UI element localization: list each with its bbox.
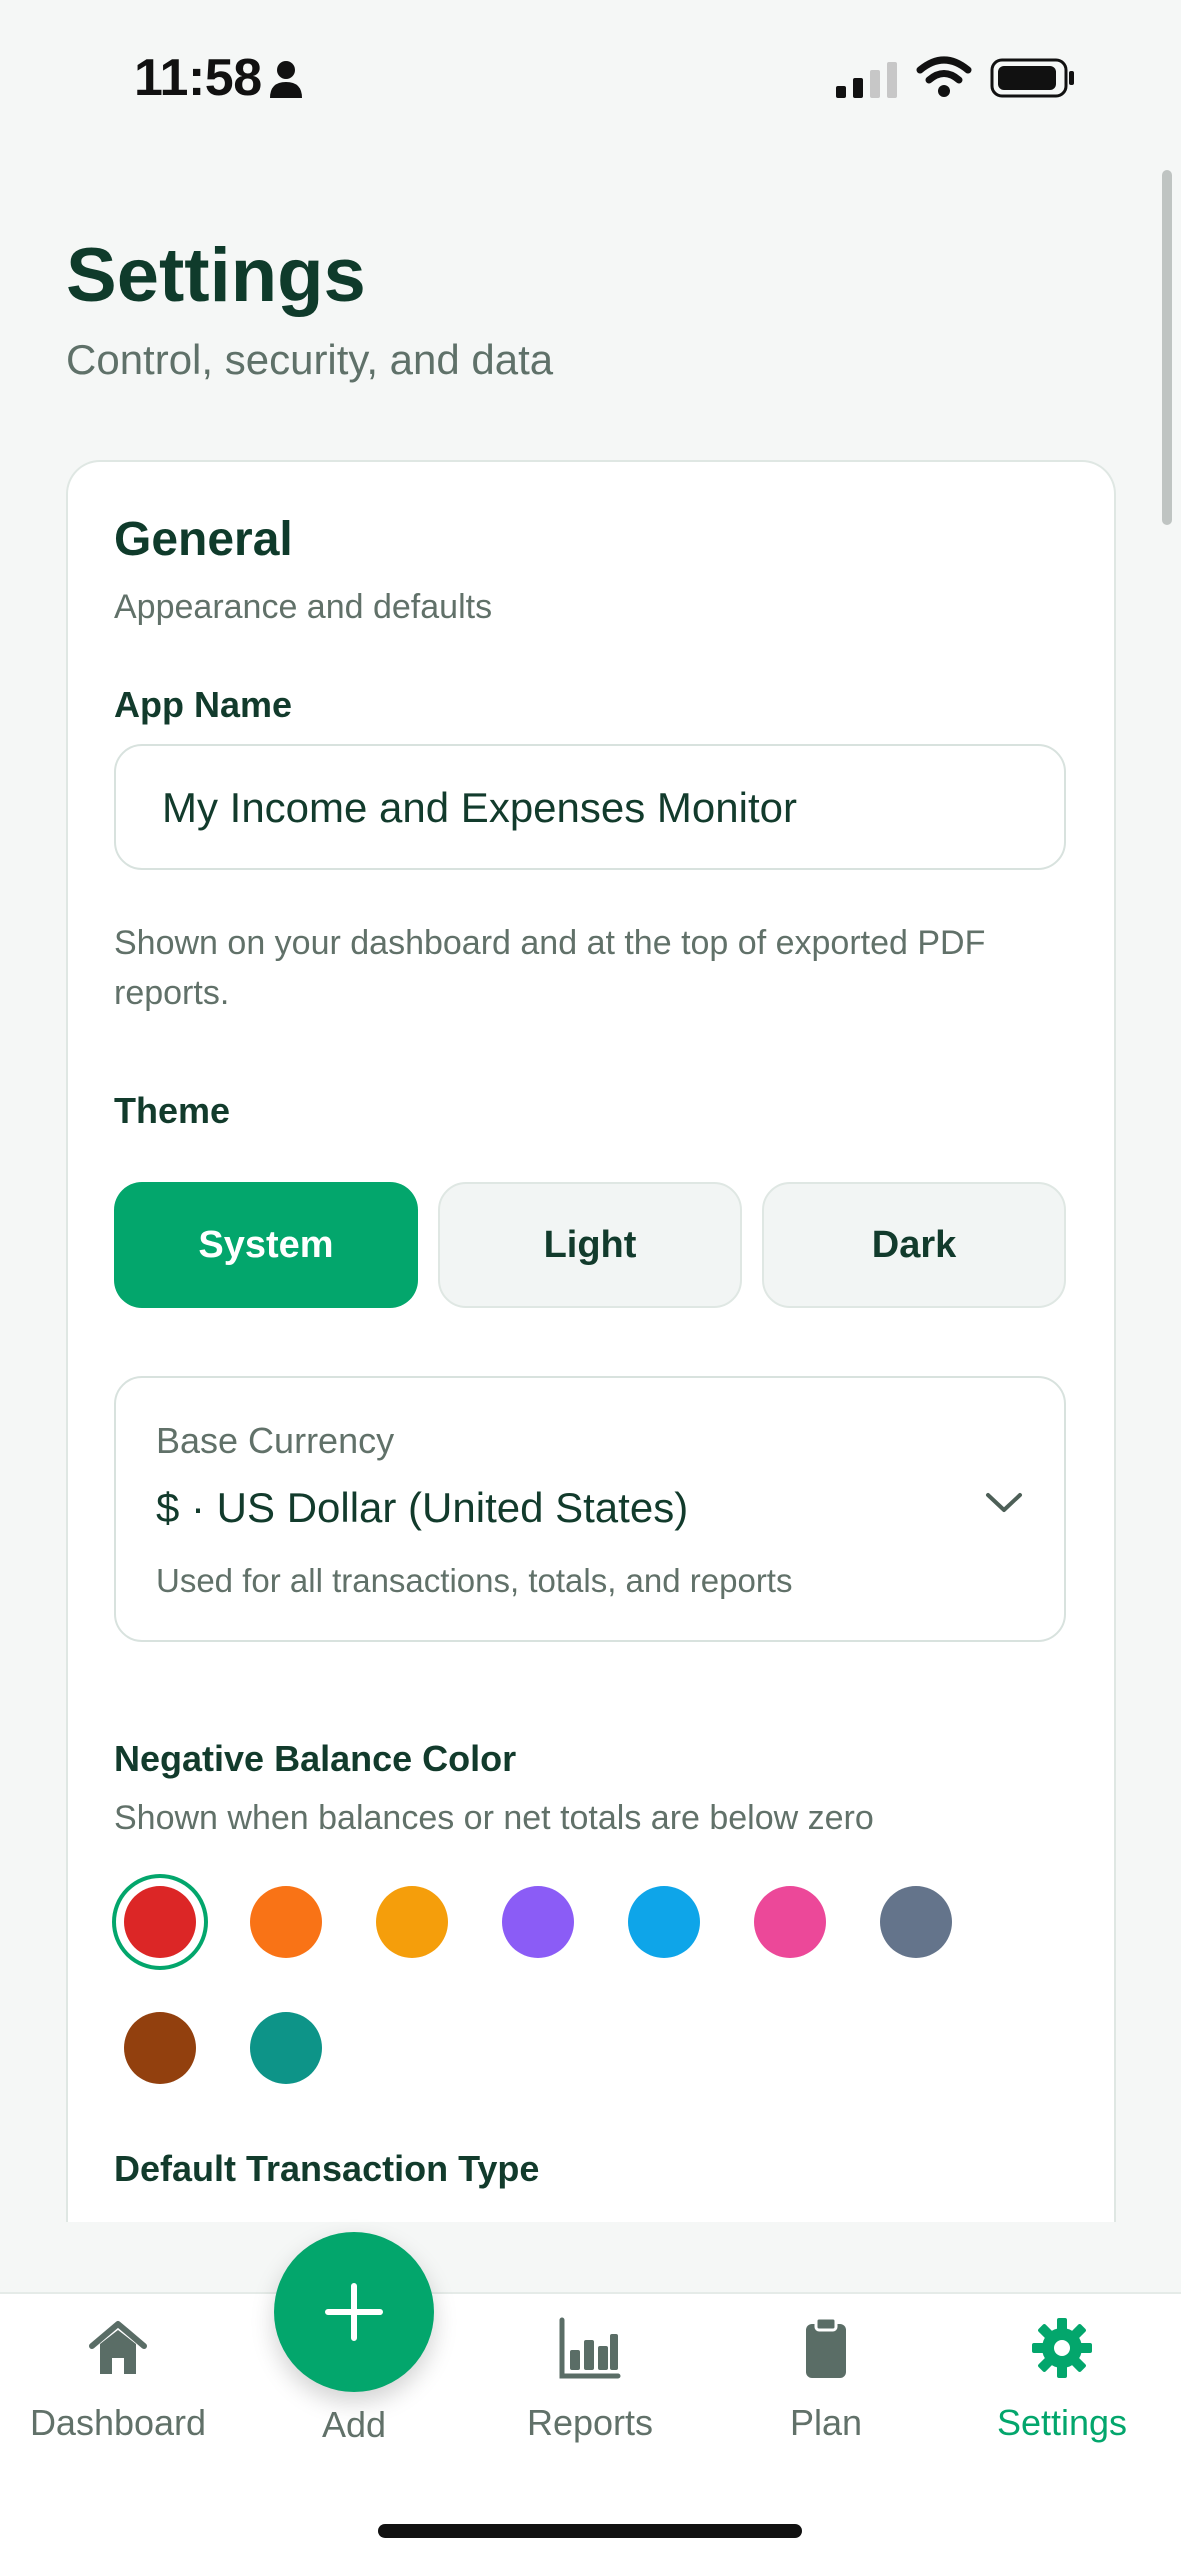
currency-value: $ · US Dollar (United States): [156, 1484, 689, 1531]
person-icon: [270, 61, 302, 98]
app-name-value: My Income and Expenses Monitor: [162, 784, 797, 831]
color-swatch[interactable]: [250, 2012, 322, 2084]
add-button[interactable]: [274, 2232, 434, 2392]
home-indicator: [378, 2524, 802, 2538]
theme-label: Theme: [114, 1090, 231, 1131]
wifi-icon: [916, 56, 972, 97]
base-currency-select[interactable]: Base Currency $ · US Dollar (United Stat…: [114, 1376, 1066, 1642]
status-bar: 11:58: [0, 0, 1181, 150]
nav-label-dashboard: Dashboard: [29, 2402, 207, 2443]
page-subtitle: Control, security, and data: [66, 336, 554, 383]
color-swatch[interactable]: [250, 1886, 322, 1958]
color-swatch[interactable]: [502, 1886, 574, 1958]
color-swatch[interactable]: [880, 1886, 952, 1958]
app-name-input[interactable]: My Income and Expenses Monitor: [114, 744, 1066, 870]
currency-label: Base Currency: [156, 1420, 395, 1461]
nav-label-settings: Settings: [996, 2402, 1128, 2443]
bottom-nav: Dashboard Reports Plan Settings: [0, 2292, 1181, 2562]
currency-note: Used for all transactions, totals, and r…: [156, 1562, 793, 1599]
general-card: General Appearance and defaults App Name…: [66, 460, 1116, 2222]
page-title: Settings: [66, 233, 366, 318]
theme-option-system[interactable]: System: [114, 1182, 418, 1308]
home-icon: [89, 2321, 147, 2374]
nav-label-reports: Reports: [526, 2402, 654, 2443]
section-subtitle: Appearance and defaults: [114, 588, 493, 626]
app-name-help: Shown on your dashboard and at the top o…: [114, 924, 986, 1012]
color-swatch[interactable]: [376, 1886, 448, 1958]
gear-icon: [1032, 2318, 1092, 2378]
theme-option-dark[interactable]: Dark: [762, 1182, 1066, 1308]
nav-label-add: Add: [321, 2404, 387, 2445]
default-type-label: Default Transaction Type: [114, 2148, 540, 2189]
signal-icon: [836, 62, 897, 98]
chevron-down-icon: [986, 1493, 1022, 1512]
clipboard-icon: [806, 2316, 846, 2378]
app-name-label: App Name: [114, 684, 293, 725]
negative-color-help: Shown when balances or net totals are be…: [114, 1799, 874, 1837]
section-title: General: [114, 513, 293, 566]
theme-option-light[interactable]: Light: [438, 1182, 742, 1308]
status-time: 11:58: [134, 49, 262, 107]
color-swatch[interactable]: [628, 1886, 700, 1958]
battery-icon: [990, 58, 1074, 98]
bar-chart-icon: [559, 2317, 621, 2379]
color-swatch[interactable]: [754, 1886, 826, 1958]
color-swatch[interactable]: [124, 1886, 196, 1958]
plus-icon: [325, 2283, 383, 2341]
negative-color-label: Negative Balance Color: [114, 1738, 517, 1779]
theme-segmented-control: System Light Dark: [114, 1182, 1066, 1308]
nav-label-plan: Plan: [789, 2402, 863, 2443]
color-swatch[interactable]: [124, 2012, 196, 2084]
scrollbar[interactable]: [1162, 170, 1172, 525]
